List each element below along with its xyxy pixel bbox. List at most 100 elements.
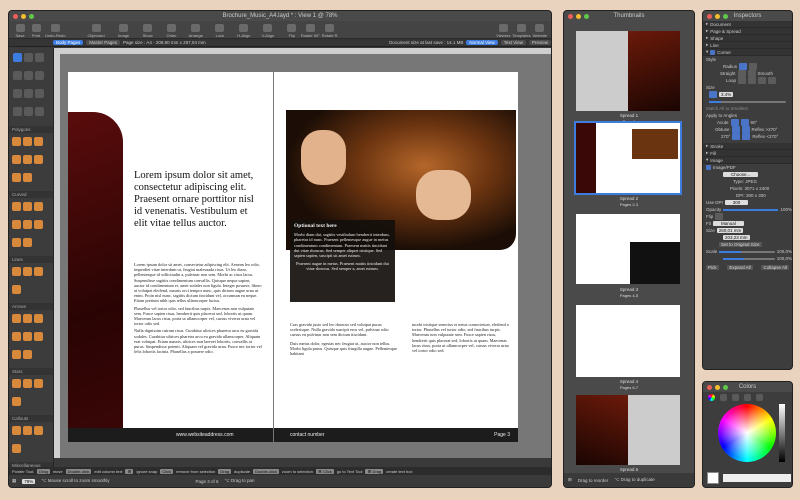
tab-normal-view[interactable]: Normal View <box>466 40 498 45</box>
section-line[interactable]: ▸ Line <box>703 42 792 49</box>
pick-button[interactable]: Pick <box>706 265 719 270</box>
spread-4-thumb[interactable] <box>576 305 680 377</box>
color-swatches[interactable] <box>723 474 791 482</box>
toolbar-save-button[interactable]: Save <box>13 24 27 38</box>
height-field[interactable]: 203,23 mm <box>723 235 750 240</box>
zoom-window-button[interactable] <box>723 384 728 390</box>
shape-icon[interactable] <box>12 332 21 341</box>
section-document[interactable]: ▸ Document <box>703 21 792 28</box>
shape-icon[interactable] <box>34 155 43 164</box>
tab-master-pages[interactable]: Master Pages <box>86 40 121 45</box>
crop-tool-icon[interactable] <box>35 71 44 80</box>
angle-checkbox[interactable] <box>741 126 750 133</box>
section-arrows[interactable]: Arrows <box>9 303 53 310</box>
flip-h-icon[interactable] <box>715 213 724 220</box>
toolbar-h-align-button[interactable]: H-Align <box>237 24 251 38</box>
loop-style-icon[interactable] <box>768 77 777 84</box>
palette-tab-icon[interactable] <box>732 394 739 401</box>
tab-text-view[interactable]: Text View <box>500 40 526 45</box>
minimize-window-button[interactable] <box>21 13 26 19</box>
color-wheel[interactable] <box>718 404 776 462</box>
acute-angle-icon[interactable] <box>730 119 739 126</box>
minimize-window-button[interactable] <box>576 13 581 19</box>
shape-icon[interactable] <box>23 332 32 341</box>
toolbar-website-button[interactable]: Website <box>533 24 547 38</box>
close-window-button[interactable] <box>13 13 18 19</box>
pencils-tab-icon[interactable] <box>756 394 763 401</box>
toolbar-arrange-button[interactable]: Arrange <box>189 24 203 38</box>
minimize-window-button[interactable] <box>715 384 720 390</box>
pointer-tool-icon[interactable] <box>13 53 22 62</box>
toolbar-templates-button[interactable]: Templates <box>512 24 531 38</box>
color-wheel-tab-icon[interactable] <box>708 394 715 401</box>
shape-icon[interactable] <box>12 155 21 164</box>
shape-icon[interactable] <box>34 202 43 211</box>
toolbar-flip-button[interactable]: Flip <box>285 24 299 38</box>
minimize-window-button[interactable] <box>715 13 720 19</box>
close-window-button[interactable] <box>707 13 712 19</box>
straight-style-icon[interactable] <box>747 70 756 77</box>
caption-box[interactable]: Optional text here Morbi diam dui, sagit… <box>290 220 395 302</box>
shape-icon[interactable] <box>23 137 32 146</box>
callout-shape-icon[interactable] <box>23 426 32 435</box>
original-size-button[interactable]: Set to Original Size <box>719 242 762 247</box>
scale-slider[interactable] <box>723 257 775 260</box>
shape-icon[interactable] <box>23 314 32 323</box>
rotate-tool-icon[interactable] <box>24 53 33 62</box>
size-slider[interactable] <box>703 98 792 105</box>
loop-style-icon[interactable] <box>748 77 757 84</box>
spread-5-thumb[interactable] <box>576 395 680 465</box>
section-fill[interactable]: ▸ Fill <box>703 150 792 157</box>
straight-style-icon[interactable] <box>737 70 746 77</box>
image-pdf-checkbox[interactable] <box>706 165 711 170</box>
corner-checkbox[interactable] <box>710 49 716 55</box>
scale-slider[interactable] <box>719 250 775 253</box>
shape-icon[interactable] <box>12 202 21 211</box>
section-corner[interactable]: ▾ Corner <box>703 49 792 56</box>
rect-tool-icon[interactable] <box>24 89 33 98</box>
shape-icon[interactable] <box>23 202 32 211</box>
frame-tool-icon[interactable] <box>24 71 33 80</box>
close-window-button[interactable] <box>568 13 573 19</box>
loop-style-icon[interactable] <box>738 77 747 84</box>
shape-icon[interactable] <box>12 220 21 229</box>
pencil-tool-icon[interactable] <box>24 107 33 116</box>
toolbar-order-button[interactable]: Order <box>165 24 179 38</box>
sliders-tab-icon[interactable] <box>720 394 727 401</box>
shape-icon[interactable] <box>23 155 32 164</box>
opacity-slider[interactable] <box>723 208 779 211</box>
toolbar-rotate-r-button[interactable]: Rotate R <box>322 24 338 38</box>
shape-icon[interactable] <box>34 137 43 146</box>
section-callouts[interactable]: Callouts <box>9 415 53 422</box>
oval-tool-icon[interactable] <box>35 89 44 98</box>
body-column-right-2[interactable]: morbi tristique senectus et netus consec… <box>412 322 512 353</box>
section-stroke[interactable]: ▸ Stroke <box>703 143 792 150</box>
shape-icon[interactable] <box>12 238 21 247</box>
shape-icon[interactable] <box>34 267 43 276</box>
radius-style-icon[interactable] <box>739 63 748 70</box>
shape-icon[interactable] <box>12 285 21 294</box>
page-indicator[interactable]: Page 3 of 6 <box>196 479 219 484</box>
toolbar-clipboard-button[interactable]: Clipboard <box>87 24 105 38</box>
text-tool-icon[interactable] <box>13 71 22 80</box>
toolbar-viewers-button[interactable]: Viewers <box>496 24 510 38</box>
section-lines[interactable]: Lines <box>9 256 53 263</box>
shape-icon[interactable] <box>34 314 43 323</box>
section-polygons[interactable]: Polygons <box>9 126 53 133</box>
radius-style-icon[interactable] <box>749 63 758 70</box>
tab-preview[interactable]: Preview <box>528 40 551 45</box>
loop-style-icon[interactable] <box>758 77 767 84</box>
close-window-button[interactable] <box>707 384 712 390</box>
zoom-window-button[interactable] <box>29 13 34 19</box>
match-smallest-checkbox[interactable]: Match All to Smallest <box>703 105 792 112</box>
angle-checkbox[interactable] <box>740 119 749 126</box>
zoom-window-button[interactable] <box>723 13 728 19</box>
use-dpi-field[interactable]: 300 <box>724 200 749 205</box>
zoom-window-button[interactable] <box>584 13 589 19</box>
pen-tool-icon[interactable] <box>13 107 22 116</box>
obtuse-angle-icon[interactable] <box>731 126 740 133</box>
body-column-left[interactable]: Lorem ipsum dolor sit amet, consectetur … <box>134 262 262 354</box>
toolbar-lock-button[interactable]: Lock <box>213 24 227 38</box>
section-shape[interactable]: ▸ Shape <box>703 35 792 42</box>
shape-icon[interactable] <box>34 220 43 229</box>
